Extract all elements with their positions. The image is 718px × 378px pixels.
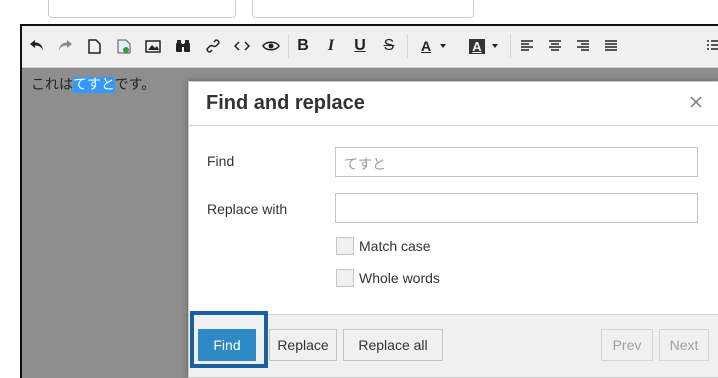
find-replace-icon[interactable] [172, 34, 194, 58]
bold-icon[interactable]: B [292, 34, 314, 58]
document-text-before: これは [31, 77, 73, 93]
whole-words-label[interactable]: Whole words [359, 270, 440, 286]
document-text-after: です。 [114, 77, 156, 93]
replace-label: Replace with [207, 201, 288, 217]
replace-input[interactable] [335, 193, 698, 223]
toolbar-separator [288, 34, 289, 58]
dialog-title: Find and replace [206, 92, 365, 114]
align-center-icon[interactable] [544, 34, 566, 58]
editor-toolbar: B I U S A A [22, 26, 718, 68]
underline-icon[interactable]: U [349, 34, 371, 58]
image-icon[interactable] [113, 34, 135, 58]
background-color-glyph: A [469, 38, 485, 54]
prev-button[interactable]: Prev [601, 329, 653, 361]
selected-text: てすと [73, 77, 115, 93]
toolbar-separator [510, 34, 511, 58]
dialog-header: Find and replace [189, 82, 718, 126]
code-icon[interactable] [231, 34, 253, 58]
redo-icon[interactable] [54, 34, 76, 58]
photo-icon[interactable] [142, 34, 164, 58]
whole-words-checkbox[interactable] [336, 269, 354, 287]
chevron-down-icon [491, 44, 498, 48]
new-document-icon[interactable] [83, 34, 105, 58]
text-color-glyph: A [420, 38, 432, 54]
next-button[interactable]: Next [659, 329, 709, 361]
replace-button[interactable]: Replace [269, 329, 337, 361]
field-edge [48, 0, 236, 18]
strikethrough-icon[interactable]: S [378, 34, 400, 58]
align-left-icon[interactable] [516, 34, 538, 58]
match-case-checkbox[interactable] [336, 237, 354, 255]
preview-icon[interactable] [260, 34, 282, 58]
find-button[interactable]: Find [198, 329, 256, 361]
align-right-icon[interactable] [572, 34, 594, 58]
text-color-icon[interactable]: A [412, 34, 456, 58]
find-input[interactable]: てすと [335, 147, 698, 177]
chevron-down-icon [440, 44, 447, 48]
find-replace-dialog: Find and replace Find てすと Replace with M… [188, 81, 718, 378]
match-case-label[interactable]: Match case [359, 238, 431, 254]
close-icon[interactable] [685, 90, 707, 114]
document-text[interactable]: これはてすとです。 [31, 74, 155, 94]
align-justify-icon[interactable] [600, 34, 622, 58]
italic-icon[interactable]: I [320, 34, 342, 58]
dialog-footer: Find Replace Replace all Prev Next [189, 314, 718, 377]
replace-all-button[interactable]: Replace all [343, 329, 443, 361]
undo-icon[interactable] [26, 34, 48, 58]
find-label: Find [207, 153, 235, 169]
list-icon[interactable] [702, 34, 718, 58]
field-edge [252, 0, 474, 18]
toolbar-separator [407, 34, 408, 58]
top-strip [0, 0, 718, 24]
background-color-icon[interactable]: A [462, 34, 506, 58]
link-icon[interactable] [202, 34, 224, 58]
